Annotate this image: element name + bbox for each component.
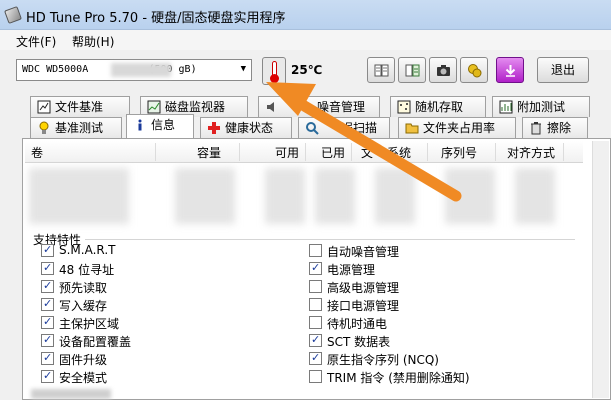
checkbox <box>309 333 322 347</box>
tab-folder-usage[interactable]: 文件夹占用率 <box>398 117 516 138</box>
tab-benchmark[interactable]: 基准测试 <box>30 117 122 138</box>
tab-noise-management[interactable]: 噪音管理 <box>258 96 380 117</box>
drive-select[interactable]: WDC WD5000A (500 gB) ▼ <box>16 59 252 81</box>
col-alignment[interactable]: 对齐方式 <box>507 144 555 161</box>
tab-label: 文件基准 <box>55 100 104 114</box>
disk-monitor-icon <box>147 100 161 114</box>
col-serial[interactable]: 序列号 <box>441 144 477 161</box>
settings-coins-icon <box>468 64 482 78</box>
redacted-cells <box>515 168 555 224</box>
copy-text-icon <box>374 64 389 77</box>
volume-table-header: 卷 容量 可用 已用 文 系统 序列号 对齐方式 <box>25 141 583 163</box>
copy-text-button[interactable] <box>367 57 395 83</box>
checkbox <box>309 316 322 329</box>
col-capacity[interactable]: 容量 <box>197 144 221 161</box>
tab-label: 误扫描 <box>341 121 378 135</box>
benchmark-file-icon <box>37 100 51 114</box>
info-panel: 卷 容量 可用 已用 文 系统 序列号 对齐方式 支持特性 S.M.A.R.T … <box>22 138 611 400</box>
chevron-down-icon[interactable]: ▼ <box>241 64 246 74</box>
save-button[interactable] <box>496 57 524 83</box>
tab-label: 信息 <box>151 118 176 132</box>
checkbox <box>41 279 54 293</box>
info-icon <box>138 119 142 131</box>
checkbox <box>41 297 54 311</box>
app-icon <box>4 6 22 24</box>
error-scan-icon <box>306 122 319 135</box>
tab-info[interactable]: 信息 <box>126 114 194 138</box>
extra-tests-icon <box>499 100 513 114</box>
redacted-cells <box>29 168 129 224</box>
screenshot-button[interactable] <box>429 57 457 83</box>
checkbox <box>41 261 54 275</box>
checkbox <box>41 351 54 365</box>
col-used[interactable]: 已用 <box>321 144 345 161</box>
col-file[interactable]: 文 <box>361 144 373 161</box>
lightbulb-icon <box>39 121 49 134</box>
menu-bar: 文件(F) 帮助(H) <box>0 30 611 50</box>
redacted-cells <box>265 168 305 224</box>
erase-icon <box>531 122 541 135</box>
col-free[interactable]: 可用 <box>275 144 299 161</box>
title-bar: HD Tune Pro 5.70 - 硬盘/固态硬盘实用程序 <box>0 0 611 30</box>
checkbox <box>41 315 54 329</box>
tab-label: 基准测试 <box>55 121 104 135</box>
redacted-cells <box>175 168 235 224</box>
checkbox <box>309 261 322 275</box>
tab-label: 附加测试 <box>517 100 566 114</box>
supported-features: 支持特性 S.M.A.R.T 48 位寻址 预先读取 写入缓存 主保护区域 设备… <box>25 231 585 391</box>
checkbox <box>41 333 54 347</box>
tab-label: 文件夹占用率 <box>423 121 496 135</box>
vertical-scrollbar[interactable] <box>592 141 609 398</box>
checkbox <box>309 244 322 257</box>
copy-info-icon <box>405 64 420 77</box>
redacted-serial <box>111 63 171 77</box>
tab-erase[interactable]: 擦除 <box>522 117 588 138</box>
health-cross-icon <box>208 122 220 134</box>
menu-help[interactable]: 帮助(H) <box>72 33 114 50</box>
checkbox <box>41 369 54 383</box>
menu-file[interactable]: 文件(F) <box>16 33 56 50</box>
col-system[interactable]: 系统 <box>387 144 411 161</box>
redacted-text <box>31 389 111 399</box>
tab-health[interactable]: 健康状态 <box>200 117 292 138</box>
options-button[interactable] <box>460 57 488 83</box>
checkbox <box>41 243 54 257</box>
tab-file-benchmark[interactable]: 文件基准 <box>30 96 130 117</box>
checkbox <box>309 298 322 311</box>
exit-button[interactable]: 退出 <box>537 57 589 83</box>
col-volume[interactable]: 卷 <box>31 144 43 161</box>
thermometer-icon <box>262 57 286 85</box>
tab-label: 健康状态 <box>225 121 274 135</box>
temperature-readout: 25℃ <box>291 63 323 77</box>
tab-label: 噪音管理 <box>317 100 366 114</box>
folder-icon <box>405 123 419 134</box>
checkbox <box>309 280 322 293</box>
redacted-cells <box>315 168 355 224</box>
tab-error-scan[interactable]: 误扫描 <box>298 117 390 138</box>
copy-info-button[interactable] <box>398 57 426 83</box>
checkbox <box>309 351 322 365</box>
camera-icon <box>437 65 450 76</box>
aam-icon <box>267 102 274 112</box>
redacted-cells <box>375 168 415 224</box>
tab-extra-tests[interactable]: 附加测试 <box>492 96 590 117</box>
tab-random-access[interactable]: 随机存取 <box>390 96 486 117</box>
tab-label: 随机存取 <box>415 100 464 114</box>
window-title: HD Tune Pro 5.70 - 硬盘/固态硬盘实用程序 <box>26 11 286 26</box>
checkbox <box>309 370 322 383</box>
random-access-icon <box>397 100 411 114</box>
download-icon <box>505 65 516 77</box>
redacted-cells <box>445 168 495 224</box>
tab-label: 擦除 <box>547 121 572 135</box>
